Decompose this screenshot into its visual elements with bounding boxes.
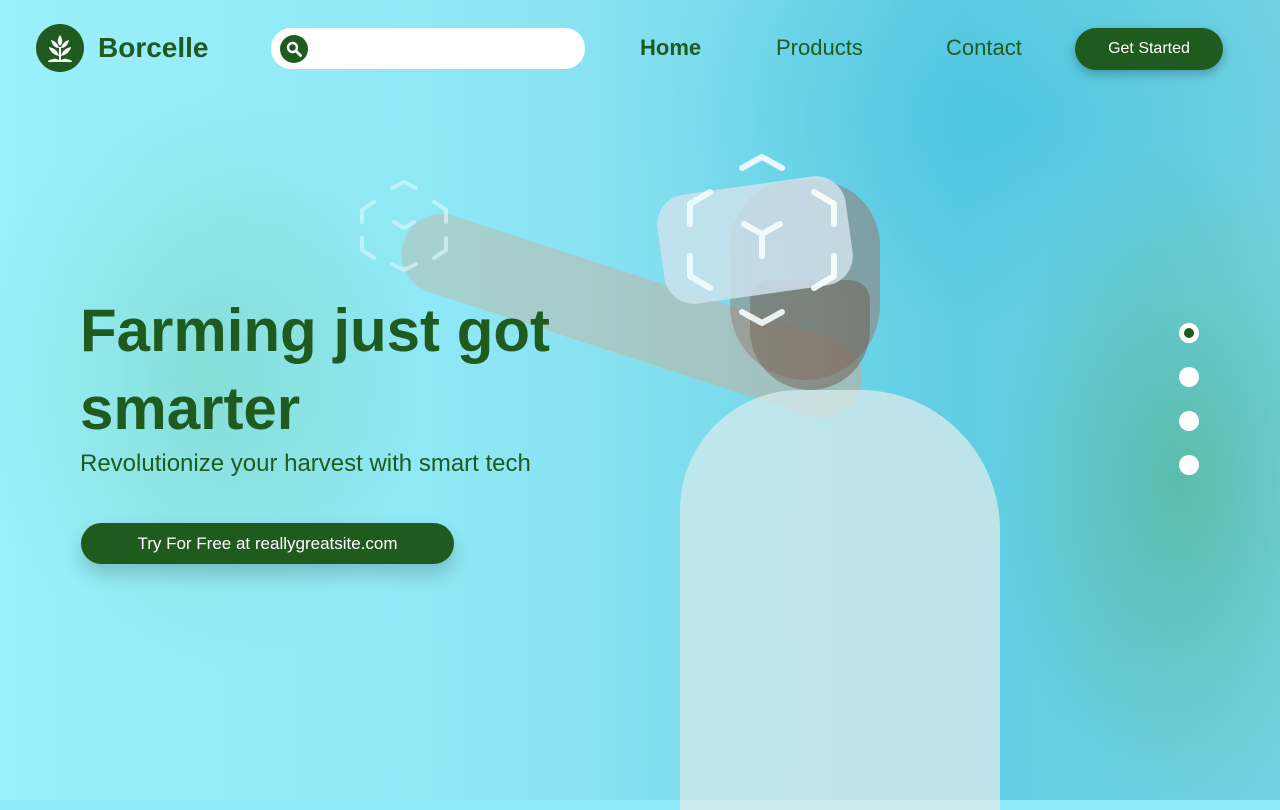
nav-home-link[interactable]: Home — [640, 34, 701, 62]
get-started-button[interactable]: Get Started — [1075, 28, 1223, 70]
search-input[interactable] — [316, 32, 571, 65]
search-bar[interactable] — [271, 28, 585, 69]
brand-name: Borcelle — [98, 32, 209, 63]
hero-subheadline: Revolutionize your harvest with smart te… — [80, 450, 531, 477]
hero-headline: Farming just got smarter — [80, 297, 550, 442]
search-button[interactable] — [280, 34, 308, 63]
leaf-icon — [36, 24, 84, 72]
carousel-dot-1[interactable] — [1179, 323, 1199, 343]
carousel-dot-4[interactable] — [1179, 455, 1199, 475]
try-free-button[interactable]: Try For Free at reallygreatsite.com — [81, 523, 454, 564]
nav-contact-link[interactable]: Contact — [946, 34, 1022, 62]
carousel-dot-2[interactable] — [1179, 367, 1199, 387]
search-icon — [286, 41, 302, 57]
carousel-dot-3[interactable] — [1179, 411, 1199, 431]
nav-products-link[interactable]: Products — [776, 34, 863, 62]
carousel-pagination — [1179, 323, 1199, 499]
brand-logo[interactable]: Borcelle — [36, 24, 209, 72]
